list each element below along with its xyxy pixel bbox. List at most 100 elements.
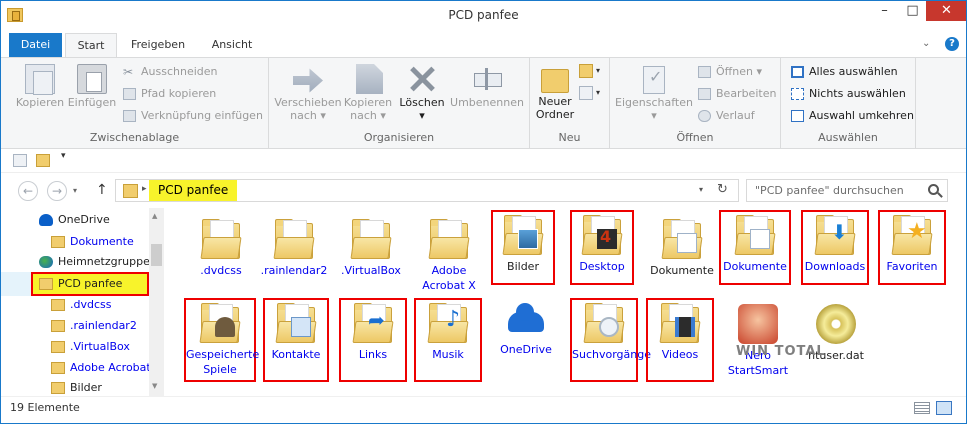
easy-access-chevron-icon[interactable]: ▾: [596, 88, 600, 97]
address-folder-icon: [123, 184, 138, 198]
file-item[interactable]: Favoriten: [878, 210, 946, 285]
search-input[interactable]: "PCD panfee" durchsuchen: [746, 179, 948, 202]
delete-button[interactable]: Löschen ▾: [399, 64, 445, 122]
copy-to-icon: [356, 64, 383, 94]
ribbon-tabs: Datei Start Freigeben Ansicht ⌄ ?: [1, 33, 966, 58]
navigation-pane: OneDrive Dokumente Heimnetzgruppe PCD panfe…: [1, 208, 164, 396]
forward-button[interactable]: →: [47, 181, 67, 201]
file-item-label: Links: [358, 348, 388, 361]
edit-button[interactable]: Bearbeiten: [696, 85, 776, 103]
minimize-button[interactable]: –: [871, 1, 898, 21]
address-history-chevron-icon[interactable]: ▾: [699, 185, 703, 194]
file-item[interactable]: OneDrive: [489, 302, 563, 382]
new-item-chevron-icon[interactable]: ▾: [596, 66, 600, 75]
new-item-icon[interactable]: [579, 64, 593, 78]
cloud-icon: [39, 214, 53, 226]
saved-games-folder-icon: [199, 303, 241, 343]
sidebar-scrollbar[interactable]: ▲ ▼: [149, 208, 164, 396]
scrollbar-thumb[interactable]: [151, 244, 162, 266]
file-item[interactable]: Desktop: [570, 210, 634, 285]
details-view-icon[interactable]: [914, 402, 930, 414]
qat-properties-icon[interactable]: [13, 154, 27, 167]
refresh-icon[interactable]: ↻: [717, 182, 728, 197]
maximize-button[interactable]: □: [899, 1, 926, 21]
tab-share[interactable]: Freigeben: [123, 33, 193, 57]
group-label-open: Öffnen: [676, 131, 714, 144]
move-to-icon: [293, 68, 323, 93]
group-organize: Verschieben nach ▾ Kopieren nach ▾ Lösch…: [269, 58, 530, 148]
homegroup-icon: [39, 256, 53, 268]
delete-label: Löschen: [399, 96, 445, 109]
cut-button[interactable]: ✂ Ausschneiden: [121, 63, 218, 81]
edit-label: Bearbeiten: [716, 87, 777, 100]
folder-icon: [51, 362, 65, 374]
file-item-label: Bilder: [507, 260, 539, 273]
large-icons-view-icon[interactable]: [936, 401, 952, 415]
file-item[interactable]: Links: [339, 298, 407, 382]
group-label-organize: Organisieren: [363, 131, 435, 144]
select-none-icon: [791, 88, 804, 100]
file-item[interactable]: .VirtualBox: [334, 216, 408, 298]
close-button[interactable]: ✕: [926, 1, 966, 21]
file-item[interactable]: Adobe Acrobat X: [412, 216, 486, 298]
rename-button[interactable]: Umbenennen: [449, 64, 525, 109]
rename-label: Umbenennen: [450, 96, 524, 109]
tab-start[interactable]: Start: [65, 33, 117, 58]
copy-to-button[interactable]: Kopieren nach ▾: [341, 64, 395, 122]
new-folder-button[interactable]: Neuer Ordner: [534, 64, 576, 121]
paste-shortcut-button[interactable]: Verknüpfung einfügen: [121, 107, 263, 125]
file-item-label: Downloads: [804, 260, 866, 273]
invert-selection-button[interactable]: Auswahl umkehren: [789, 107, 914, 125]
file-item[interactable]: .dvdcss: [184, 216, 258, 298]
paste-button[interactable]: Einfügen: [67, 64, 117, 109]
searches-folder-icon: [583, 303, 625, 343]
select-none-button[interactable]: Nichts auswählen: [789, 85, 906, 103]
file-item[interactable]: Videos: [646, 298, 714, 382]
file-item[interactable]: Suchvorgänge: [570, 298, 651, 382]
up-arrow-icon[interactable]: ↑: [96, 182, 108, 198]
collapse-ribbon-icon[interactable]: ⌄: [922, 38, 930, 49]
search-icon[interactable]: [928, 184, 939, 195]
qat-new-folder-icon[interactable]: [36, 154, 50, 167]
file-view: .dvdcss .rainlendar2 .VirtualBox Adobe Acro…: [165, 208, 966, 396]
move-to-button[interactable]: Verschieben nach ▾: [273, 64, 343, 122]
file-item[interactable]: ntuser.dat: [799, 302, 873, 382]
easy-access-icon[interactable]: [579, 86, 593, 100]
tab-view[interactable]: Ansicht: [203, 33, 261, 57]
properties-button[interactable]: Eigenschaften ▾: [614, 64, 694, 122]
scroll-up-icon[interactable]: ▲: [152, 212, 157, 220]
file-item[interactable]: Gespeicherte Spiele: [184, 298, 259, 382]
copy-path-button[interactable]: Pfad kopieren: [121, 85, 216, 103]
help-icon[interactable]: ?: [945, 37, 959, 51]
open-button[interactable]: Öffnen ▾: [696, 63, 762, 81]
group-label-select: Auswählen: [818, 131, 878, 144]
back-button[interactable]: ←: [18, 181, 38, 201]
file-item[interactable]: Musik: [414, 298, 482, 382]
file-item[interactable]: Nero StartSmart: [721, 302, 795, 382]
tab-file[interactable]: Datei: [9, 33, 62, 57]
documents-folder-icon: [734, 215, 776, 255]
sidebar-item-label: .rainlendar2: [70, 319, 137, 332]
file-item[interactable]: .rainlendar2: [257, 216, 331, 298]
breadcrumb-separator-icon[interactable]: ▸: [142, 184, 147, 194]
file-item-label: Dokumente: [650, 264, 714, 277]
file-item[interactable]: Bilder: [491, 210, 555, 285]
links-folder-icon: [352, 303, 394, 343]
open-label: Öffnen: [716, 65, 753, 78]
select-all-label: Alles auswählen: [809, 65, 898, 78]
pictures-folder-icon: [502, 215, 544, 255]
file-item[interactable]: Dokumente: [719, 210, 791, 285]
select-all-button[interactable]: Alles auswählen: [789, 63, 898, 81]
scroll-down-icon[interactable]: ▼: [152, 382, 157, 390]
file-item[interactable]: Kontakte: [263, 298, 329, 382]
file-item[interactable]: Dokumente: [645, 216, 719, 298]
folder-icon: [200, 219, 242, 259]
breadcrumb[interactable]: PCD panfee: [149, 180, 238, 201]
address-bar[interactable]: ▸ PCD panfee ▾ ↻: [115, 179, 739, 202]
file-item[interactable]: Downloads: [801, 210, 869, 285]
recent-locations-chevron-icon[interactable]: ▾: [73, 186, 77, 195]
file-item-label: Favoriten: [886, 260, 938, 273]
history-button[interactable]: Verlauf: [696, 107, 755, 125]
qat-customize-chevron-icon[interactable]: ▾: [61, 151, 75, 164]
copy-button[interactable]: Kopieren: [15, 64, 65, 109]
